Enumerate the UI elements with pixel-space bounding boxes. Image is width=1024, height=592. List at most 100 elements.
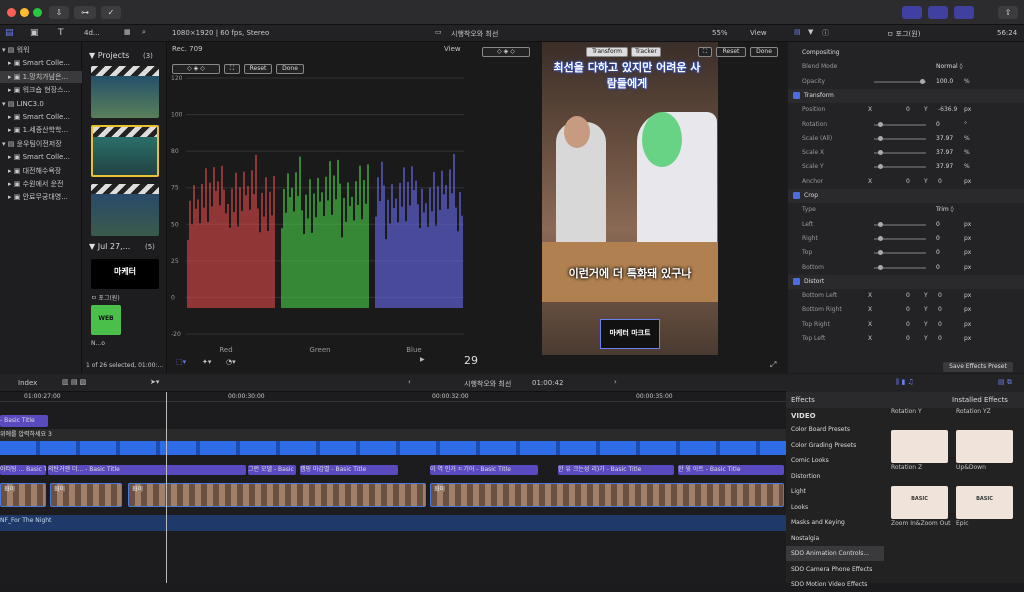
date-header[interactable]: ▼ Jul 27,... [89, 242, 130, 251]
clip-thumbnail[interactable]: WEB [91, 305, 121, 335]
library-item[interactable]: ▸ ▣ 수원에서 운전 [0, 178, 82, 190]
inspector-row[interactable]: Scale Y 37.97% [788, 160, 1024, 174]
play-button[interactable]: ▶ [420, 356, 425, 363]
viewer-view-menu[interactable]: View [750, 29, 767, 37]
title-clip[interactable]: - Basic Title [0, 415, 48, 427]
x-value[interactable]: 0 [906, 289, 910, 303]
clip-thumbnail[interactable]: 마케터 [91, 259, 159, 289]
info-icon[interactable]: ⓘ [822, 28, 829, 38]
effects-category-item[interactable]: Distortion [786, 469, 884, 484]
video-frame[interactable]: 최선을 다하고 있지만 어려운 사람들에게 이런거에 더 특화돼 있구나 마케터… [542, 42, 718, 355]
history-forward-icon[interactable]: › [614, 378, 617, 386]
close-window-button[interactable] [7, 8, 16, 17]
inspector-row[interactable]: Rotation 0 ° [788, 118, 1024, 132]
x-value[interactable]: 0 [906, 175, 910, 189]
value-slider[interactable] [874, 150, 926, 156]
inspector-value[interactable]: 0 [936, 232, 940, 246]
library-item[interactable]: ▾ ▤ LINC3.0 [0, 98, 82, 110]
value-slider[interactable] [874, 250, 926, 256]
inspector-row[interactable]: Anchor X 0 Y 0 px [788, 175, 1024, 189]
title-clip[interactable]: 그런 모델 - Basic ... [248, 465, 296, 475]
value-slider[interactable] [874, 78, 926, 84]
viewer-reset-button[interactable]: Reset [716, 47, 746, 57]
inspector-row[interactable]: Type Trim ◊ [788, 203, 1024, 217]
inspector-value[interactable]: 37.97 [936, 160, 953, 174]
slider-knob[interactable] [878, 164, 883, 170]
inspector-row[interactable]: Blend Mode Normal ◊ [788, 60, 1024, 74]
effects-category-item[interactable]: Masks and Keying [786, 515, 884, 530]
inspector-row[interactable]: Right 0 px [788, 232, 1024, 246]
inspector-row[interactable]: Left 0 px [788, 218, 1024, 232]
inspector-value[interactable]: 37.97 [936, 132, 953, 146]
music-clip[interactable]: NF_For The Night [0, 515, 786, 531]
inspector-value[interactable]: 37.97 [936, 146, 953, 160]
title-clip[interactable]: 의탄거엔 더... - Basic Title [48, 465, 246, 475]
library-item[interactable]: ▸ ▣ 대전해수욕장 [0, 165, 82, 177]
library-item[interactable]: ▸ ▣ Smart Colle... [0, 151, 82, 163]
title-clip[interactable]: 한 윗 아트 - Basic Title [678, 465, 784, 475]
effects-browser-icon[interactable]: ▤ ⧉ [998, 378, 1012, 387]
y-value[interactable]: 0 [938, 318, 942, 332]
video-clip[interactable]: 화이 [50, 483, 122, 507]
effects-category-item[interactable]: Comic Looks [786, 453, 884, 468]
minimize-window-button[interactable] [20, 8, 29, 17]
inspector-row[interactable]: Scale X 37.97% [788, 146, 1024, 160]
x-value[interactable]: 0 [906, 303, 910, 317]
inspector-row[interactable]: Top Right X 0 Y 0 px [788, 318, 1024, 332]
inspector-value[interactable]: 0 [936, 246, 940, 260]
titles-icon[interactable]: T [58, 28, 64, 38]
inspector-row[interactable]: Scale (All) 37.97% [788, 132, 1024, 146]
inspector-row[interactable]: Position X 0 Y -636.9 px [788, 103, 1024, 117]
keywords-icon[interactable]: ⊶ [74, 6, 96, 19]
select-tool-icon[interactable]: ➤▾ [150, 378, 159, 386]
inspector-value[interactable]: 0 [936, 261, 940, 275]
value-slider[interactable] [874, 135, 926, 141]
speed-icon[interactable]: ◔▾ [226, 358, 236, 366]
layout-timeline-button[interactable] [928, 6, 948, 19]
transform-tab[interactable]: Transform [586, 47, 628, 57]
y-value[interactable]: 0 [938, 303, 942, 317]
slider-knob[interactable] [878, 264, 883, 270]
library-item[interactable]: ▸ ▣ Smart Colle... [0, 111, 82, 123]
filter-icon[interactable]: ▼ [808, 28, 813, 36]
library-item[interactable]: ▸ ▣ 워크숍 현장스... [0, 84, 82, 96]
y-value[interactable]: 0 [938, 175, 942, 189]
effects-category-item[interactable]: SDO Animation Controls... [786, 546, 884, 561]
viewer-keyframe-controls[interactable]: ◇ ◈ ◇ [482, 47, 530, 57]
filmstrip-icon[interactable]: ▦ [124, 28, 131, 36]
video-clip[interactable]: 화이 [0, 483, 46, 507]
compound-clip[interactable] [0, 441, 786, 455]
value-slider[interactable] [874, 221, 926, 227]
libraries-icon[interactable]: ▤ [5, 28, 14, 38]
zoom-level[interactable]: 55% [712, 29, 728, 37]
playhead[interactable] [166, 392, 167, 583]
project-thumbnail[interactable] [91, 66, 159, 118]
y-value[interactable]: -636.9 [938, 103, 957, 117]
clip-appearance-icon[interactable]: ▥ ▤ ▧ [62, 378, 86, 386]
search-icon[interactable]: ⌕ [142, 28, 146, 37]
value-slider[interactable] [874, 164, 926, 170]
inspector-row[interactable]: Opacity 100.0% [788, 75, 1024, 89]
library-item[interactable]: ▾ ▤ 윤우팀이전저장 [0, 138, 82, 150]
inspector-value[interactable]: Normal ◊ [936, 60, 963, 74]
effects-category-item[interactable]: Light [786, 484, 884, 499]
inspector-row[interactable]: Top 0 px [788, 246, 1024, 260]
effect-tile[interactable]: BASIC [891, 486, 948, 519]
timeline-index-button[interactable]: Index [18, 379, 37, 387]
timeline-ruler[interactable]: 01:00:27:00 00:00:30:00 00:00:32:00 00:00:3… [0, 392, 786, 402]
inspector-row[interactable]: Bottom Left X 0 Y 0 px [788, 289, 1024, 303]
library-item[interactable]: ▸ ▣ 1.망치가남은... [0, 70, 82, 83]
slider-knob[interactable] [878, 250, 883, 256]
enable-checkbox[interactable] [793, 192, 800, 199]
installed-effects-menu[interactable]: Installed Effects [952, 396, 1008, 404]
effects-category-item[interactable]: Nostalgia [786, 531, 884, 546]
transform-tool-icon[interactable]: ⬚▾ [176, 358, 186, 366]
viewer-done-button[interactable]: Done [750, 47, 778, 57]
share-icon[interactable]: ⇧ [998, 6, 1018, 19]
enhance-icon[interactable]: ✦▾ [202, 358, 211, 366]
x-value[interactable]: 0 [906, 318, 910, 332]
effect-tile[interactable]: BASIC [956, 486, 1013, 519]
scope-view-menu[interactable]: View [444, 45, 461, 53]
project-thumbnail[interactable] [91, 184, 159, 236]
sticker-overlay[interactable]: 마케터 마크트 [600, 319, 660, 349]
